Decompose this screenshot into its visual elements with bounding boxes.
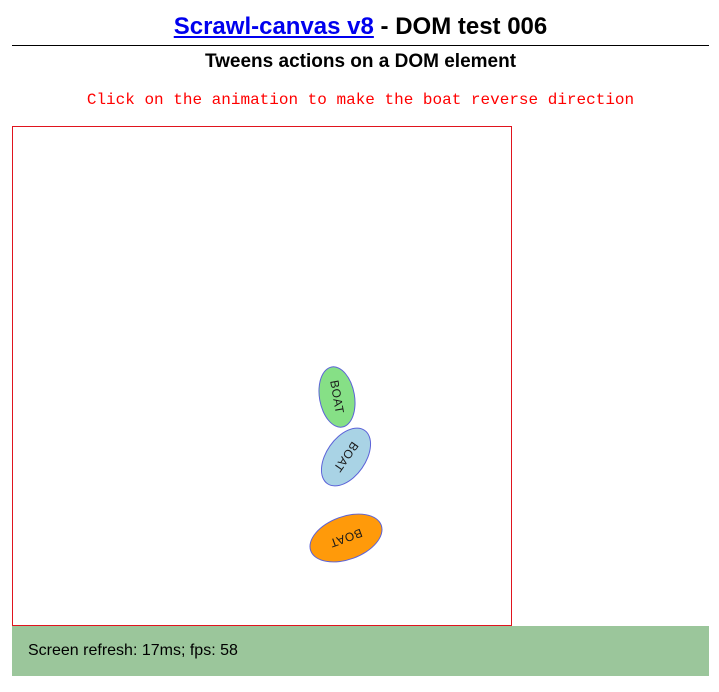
title-divider xyxy=(12,45,709,46)
page-title-suffix: - DOM test 006 xyxy=(373,13,548,40)
screen-refresh-readout: Screen refresh: 17ms; fps: 58 xyxy=(28,642,238,659)
boat-green[interactable]: BOAT xyxy=(313,363,361,431)
page: Scrawl-canvas v8 - DOM test 006 Tweens a… xyxy=(0,0,719,692)
page-subtitle: Tweens actions on a DOM element xyxy=(204,51,517,72)
boat-orange[interactable]: BOAT xyxy=(302,504,390,572)
animation-stage[interactable]: BOAT BOAT BOAT xyxy=(12,126,512,626)
status-bar: Screen refresh: 17ms; fps: 58 xyxy=(12,626,709,676)
page-title: Scrawl-canvas v8 - DOM test 006 xyxy=(12,12,709,42)
boat-blue[interactable]: BOAT xyxy=(310,418,382,496)
scrawl-canvas-link[interactable]: Scrawl-canvas v8 xyxy=(174,13,374,40)
instruction-text: Click on the animation to make the boat … xyxy=(86,91,635,109)
